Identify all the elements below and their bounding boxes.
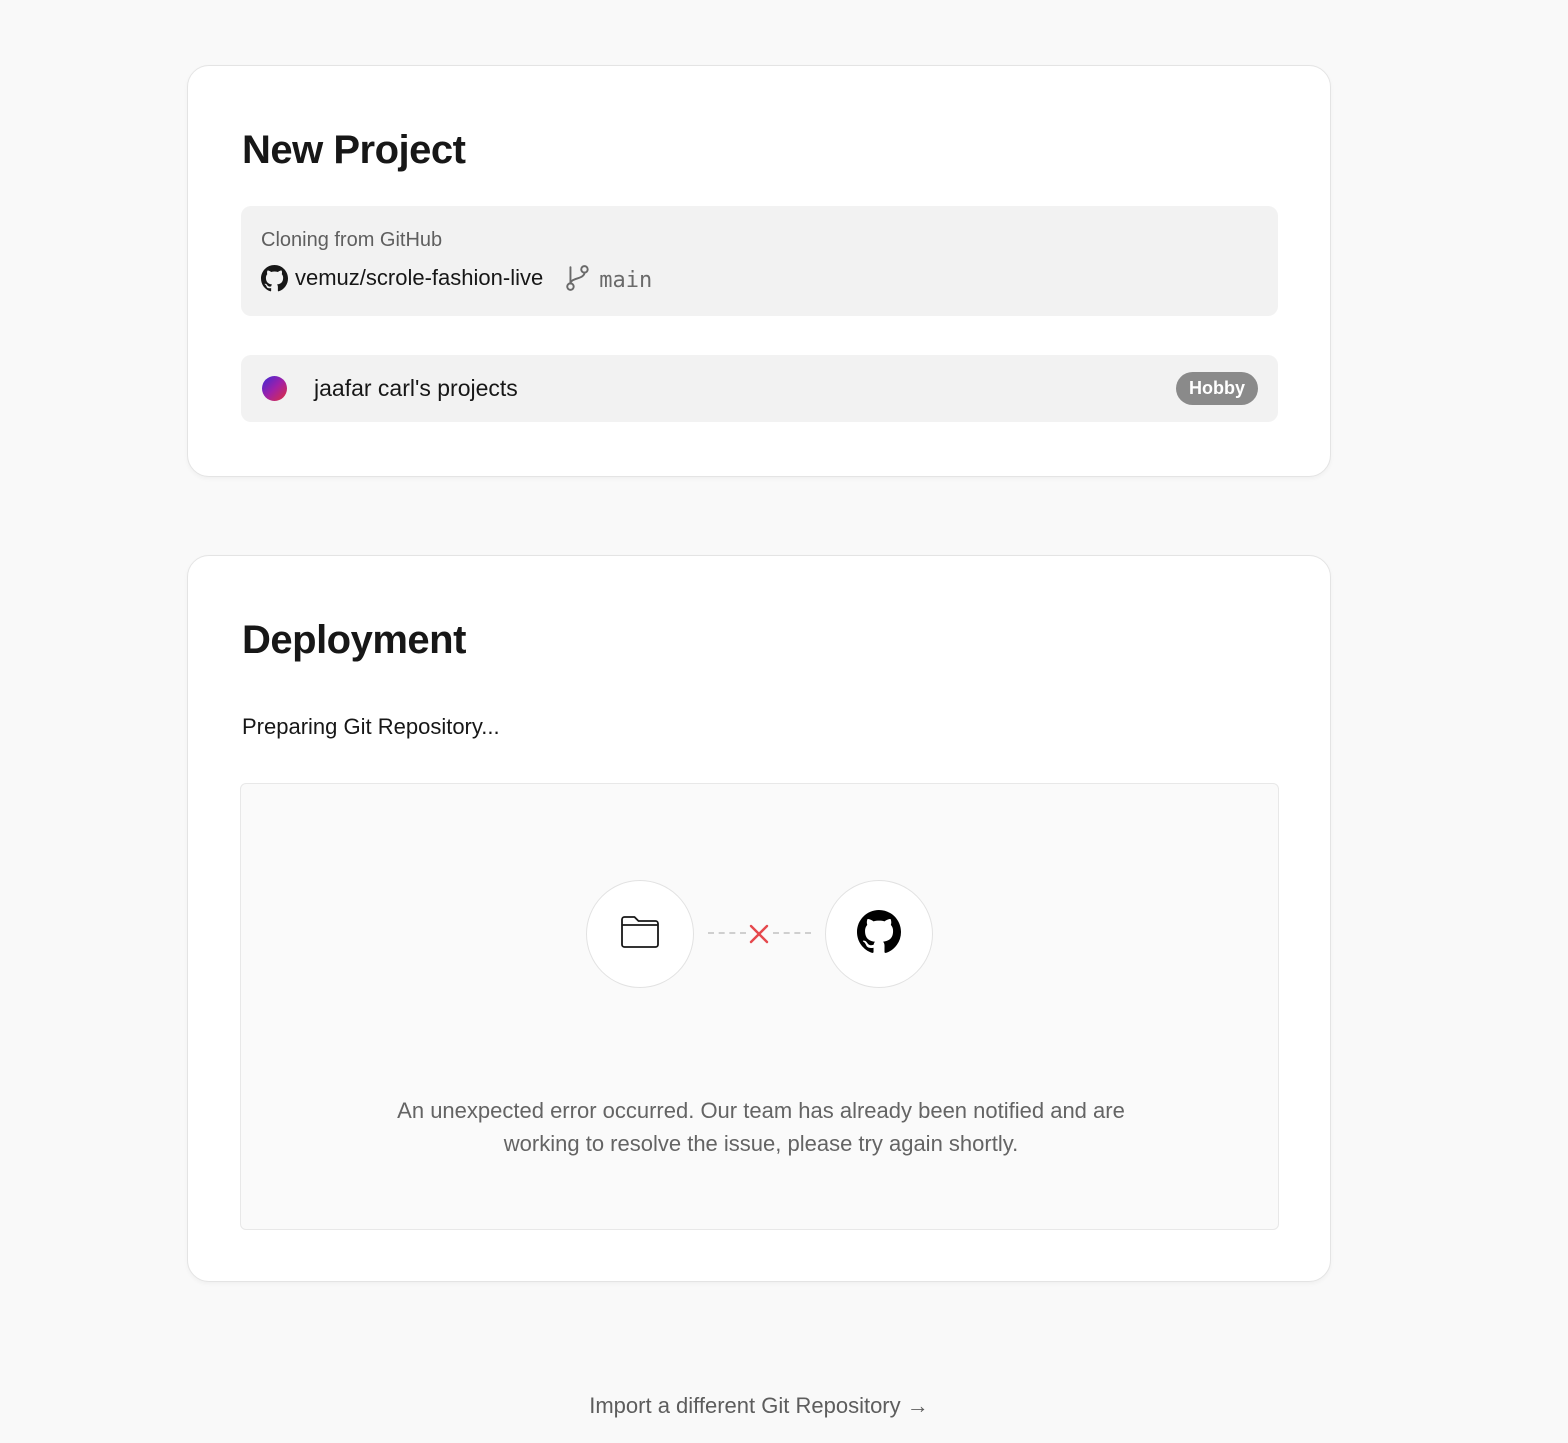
x-icon: [747, 922, 771, 946]
folder-node: [586, 880, 694, 988]
error-panel: An unexpected error occurred. Our team h…: [240, 783, 1279, 1230]
github-node: [825, 880, 933, 988]
repo-caption: Cloning from GitHub: [261, 229, 443, 251]
github-icon: [857, 909, 901, 959]
deployment-card: Deployment Preparing Git Repository... A…: [187, 555, 1331, 1282]
team-avatar: [262, 376, 287, 401]
github-icon: [261, 264, 288, 292]
plan-badge: Hobby: [1176, 372, 1258, 405]
connection-line-left: [708, 932, 746, 934]
new-project-card: New Project Cloning from GitHub vemuz/sc…: [187, 65, 1331, 477]
team-name: jaafar carl's projects: [314, 375, 518, 401]
connection-line-right: [773, 932, 811, 934]
repo-name: vemuz/scrole-fashion-live: [295, 265, 544, 290]
repo-row: vemuz/scrole-fashion-live main: [261, 262, 652, 294]
git-branch-icon: [565, 264, 591, 292]
deployment-status: Preparing Git Repository...: [242, 714, 500, 739]
new-project-title: New Project: [242, 128, 466, 172]
branch-name: main: [599, 267, 653, 293]
team-selector[interactable]: jaafar carl's projects Hobby: [241, 355, 1278, 422]
repo-info: Cloning from GitHub vemuz/scrole-fashion…: [241, 206, 1278, 316]
error-message: An unexpected error occurred. Our team h…: [397, 1098, 1125, 1156]
import-different-repo-link[interactable]: Import a different Git Repository →: [0, 1393, 1518, 1419]
folder-icon: [620, 915, 660, 954]
deployment-title: Deployment: [242, 618, 466, 662]
